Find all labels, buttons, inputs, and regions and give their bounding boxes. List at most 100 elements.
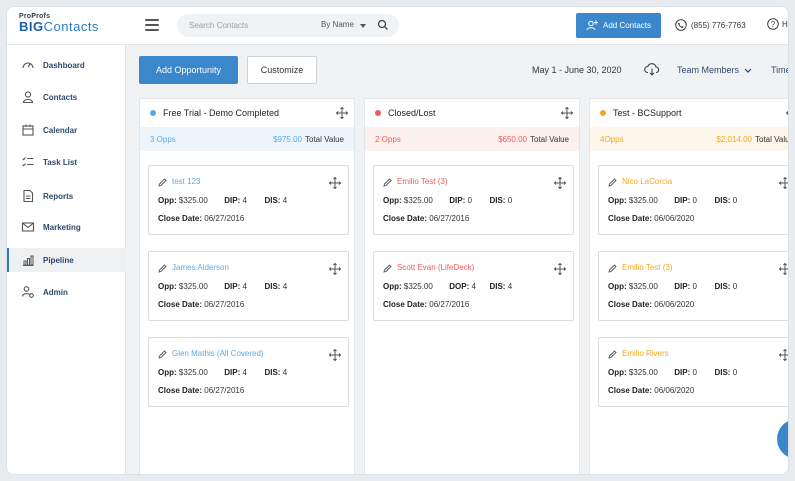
dip-field: DIP: 4 [224, 368, 247, 377]
help-icon: ? [767, 18, 779, 30]
pipeline-column: Closed/Lost 2 Opps $650.00 Total Value E… [364, 98, 580, 474]
sidebar-item-label: Admin [43, 287, 68, 297]
sidebar-item-admin[interactable]: Admin [7, 280, 126, 304]
sidebar-item-label: Contacts [43, 92, 78, 102]
opportunity-card[interactable]: test 123 Opp: $325.00 DIP: 4 DIS: 4 Clos… [148, 165, 349, 235]
dip-field: DIP: 0 [674, 196, 697, 205]
move-column-icon[interactable] [561, 107, 573, 119]
add-user-icon [586, 20, 598, 31]
phone-link[interactable]: (855) 776-7763 [675, 19, 746, 31]
dip-field: DIP: 4 [224, 196, 247, 205]
sidebar-item-label: Task List [43, 157, 78, 167]
opportunity-card[interactable]: Nico LaCorcia Opp: $325.00 DIP: 0 DIS: 0… [598, 165, 789, 235]
sidebar-item-reports[interactable]: Reports [7, 184, 126, 208]
column-header: Free Trial - Demo Completed [140, 99, 354, 127]
total-value: $2,014.00 [716, 134, 752, 144]
opportunity-card[interactable]: Emilio Rivers Opp: $325.00 DIP: 0 DIS: 0… [598, 337, 789, 407]
move-card-icon[interactable] [554, 263, 566, 275]
contact-name-link[interactable]: Glen Mathis (All Covered) [172, 349, 264, 358]
add-contacts-button[interactable]: Add Contacts [576, 13, 661, 38]
column-header: Test - BCSupport [590, 99, 789, 127]
team-members-dropdown[interactable]: Team Members [677, 65, 752, 75]
logo[interactable]: ProProfs BIGContacts [19, 13, 129, 39]
column-header: Closed/Lost [365, 99, 579, 127]
search-icon[interactable] [377, 19, 389, 31]
opportunity-card[interactable]: James Aiderson Opp: $325.00 DIP: 4 DIS: … [148, 251, 349, 321]
total-value: $650.00 [498, 134, 527, 144]
opp-field: Opp: $325.00 [608, 282, 658, 291]
users-gear-icon [21, 286, 34, 298]
top-bar: ProProfs BIGContacts By Name Add Contact… [7, 7, 788, 45]
contact-name-link[interactable]: James Aiderson [172, 263, 229, 272]
edit-pencil-icon[interactable] [608, 264, 617, 273]
date-range-picker[interactable]: May 1 - June 30, 2020 [532, 65, 622, 75]
add-opportunity-button[interactable]: Add Opportunity [139, 56, 238, 84]
sidebar-item-label: Pipeline [43, 255, 74, 265]
dip-field: DIP: 4 [224, 282, 247, 291]
opps-count: 3 Opps [150, 134, 176, 144]
dis-field: DIS: 4 [264, 196, 288, 205]
close-date: Close Date: 06/27/2016 [158, 386, 245, 395]
opportunity-card[interactable]: Glen Mathis (All Covered) Opp: $325.00 D… [148, 337, 349, 407]
card-metrics: Opp: $325.00 DIP: 0 DIS: 0 [608, 282, 737, 291]
opps-count: 4Opps [600, 134, 624, 144]
contact-name-link[interactable]: Emilio Rivers [622, 349, 669, 358]
search-filter-dropdown[interactable]: By Name [321, 20, 354, 29]
pipeline-column: Test - BCSupport 4Opps $2,014.00 Total V… [589, 98, 789, 474]
contact-name-link[interactable]: Scott Evan (LifeDeck) [397, 263, 474, 272]
opportunity-card[interactable]: Emilio Test (3) Opp: $325.00 DIP: 0 DIS:… [373, 165, 574, 235]
card-metrics: Opp: $325.00 DIP: 0 DIS: 0 [608, 196, 737, 205]
edit-pencil-icon[interactable] [158, 350, 167, 359]
stage-color-dot [375, 110, 381, 116]
sidebar-item-pipeline[interactable]: Pipeline [7, 248, 126, 272]
sidebar-item-task-list[interactable]: Task List [7, 150, 126, 174]
move-card-icon[interactable] [329, 263, 341, 275]
move-card-icon[interactable] [779, 263, 789, 275]
contact-name-link[interactable]: Emilio Test (3) [397, 177, 448, 186]
calendar-icon [22, 124, 34, 136]
checklist-icon [22, 157, 34, 167]
chevron-down-icon [360, 24, 366, 28]
sidebar-item-contacts[interactable]: Contacts [7, 85, 126, 109]
help-link[interactable]: ? H [767, 18, 788, 30]
move-card-icon[interactable] [329, 349, 341, 361]
move-card-icon[interactable] [554, 177, 566, 189]
sidebar-item-marketing[interactable]: Marketing [7, 215, 126, 239]
contact-name-link[interactable]: Emilio Test (3) [622, 263, 673, 272]
move-card-icon[interactable] [329, 177, 341, 189]
customize-button[interactable]: Customize [247, 56, 317, 84]
opp-field: Opp: $325.00 [383, 196, 433, 205]
chevron-down-icon [744, 68, 752, 73]
dip-field: DIP: 0 [674, 282, 697, 291]
opportunity-card[interactable]: Emilio Test (3) Opp: $325.00 DIP: 0 DIS:… [598, 251, 789, 321]
sidebar-item-calendar[interactable]: Calendar [7, 118, 126, 142]
contact-name-link[interactable]: Nico LaCorcia [622, 177, 672, 186]
dis-field: DIS: 0 [489, 196, 513, 205]
move-card-icon[interactable] [779, 349, 789, 361]
svg-text:?: ? [771, 20, 776, 29]
total-value-label: Total Value [530, 134, 569, 144]
sidebar-item-label: Marketing [43, 222, 81, 232]
timeline-tab[interactable]: Time [771, 65, 788, 75]
opportunity-card[interactable]: Scott Evan (LifeDeck) Opp: $325.00 DOP: … [373, 251, 574, 321]
edit-pencil-icon[interactable] [158, 178, 167, 187]
cloud-download-icon[interactable] [644, 62, 660, 76]
search-input[interactable] [189, 18, 309, 33]
gauge-icon [22, 62, 34, 69]
edit-pencil-icon[interactable] [383, 178, 392, 187]
edit-pencil-icon[interactable] [158, 264, 167, 273]
edit-pencil-icon[interactable] [608, 178, 617, 187]
edit-pencil-icon[interactable] [383, 264, 392, 273]
move-column-icon[interactable] [336, 107, 348, 119]
move-column-icon[interactable] [786, 107, 789, 119]
phone-icon [675, 19, 687, 31]
column-title: Test - BCSupport [613, 108, 682, 118]
edit-pencil-icon[interactable] [608, 350, 617, 359]
envelope-icon [21, 222, 35, 232]
sidebar-item-dashboard[interactable]: Dashboard [7, 53, 126, 77]
total-value-label: Total Value [755, 134, 788, 144]
menu-icon[interactable] [145, 19, 159, 31]
contact-name-link[interactable]: test 123 [172, 177, 200, 186]
move-card-icon[interactable] [779, 177, 789, 189]
dis-field: DIS: 0 [714, 282, 738, 291]
